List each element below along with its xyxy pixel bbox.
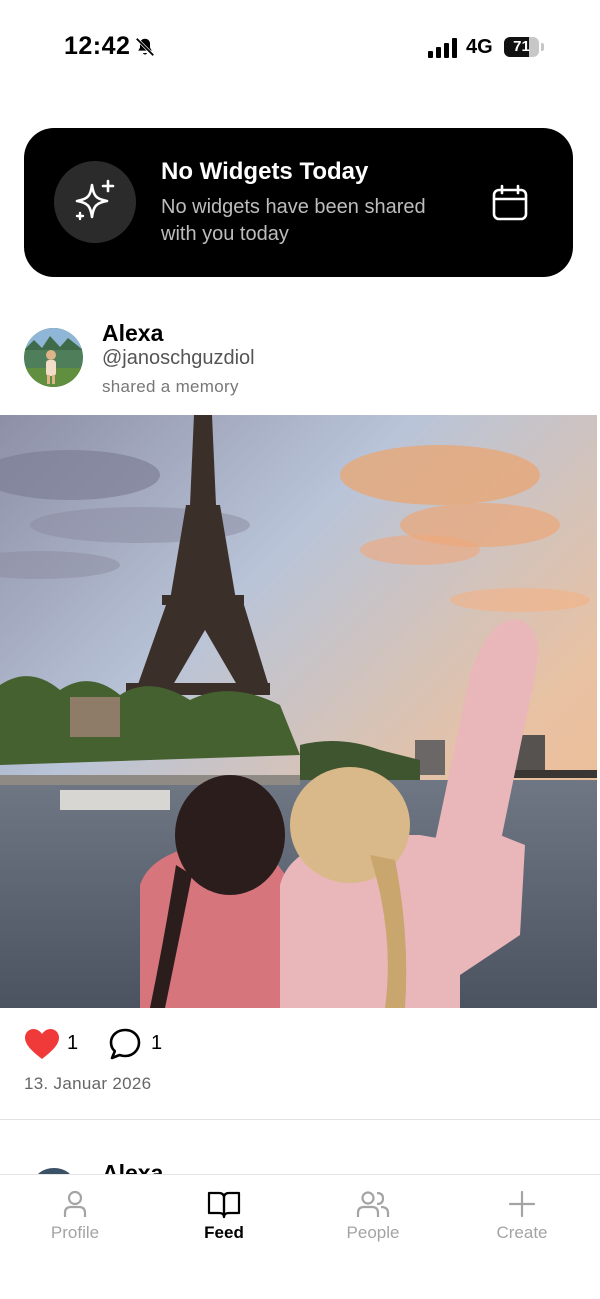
tab-people[interactable]: People — [318, 1187, 428, 1257]
people-icon — [356, 1191, 390, 1217]
person-icon — [63, 1190, 87, 1217]
book-icon — [207, 1191, 241, 1219]
widget-card-title: No Widgets Today — [161, 158, 369, 185]
tab-create[interactable]: Create — [467, 1187, 577, 1257]
status-time: 12:42 — [64, 32, 131, 60]
sparkles-icon — [54, 161, 136, 243]
signal-icon — [428, 38, 457, 58]
bell-muted-icon — [135, 37, 155, 57]
plus-icon — [508, 1190, 536, 1218]
widget-card-subtitle: No widgets have been shared with you tod… — [161, 196, 426, 245]
tab-bar: Profile Feed People Create — [0, 1174, 600, 1299]
no-widgets-card[interactable]: No Widgets Today No widgets have been sh… — [24, 128, 573, 277]
avatar[interactable] — [24, 328, 83, 387]
tab-feed[interactable]: Feed — [169, 1187, 279, 1257]
calendar-icon[interactable] — [490, 183, 530, 223]
battery-icon: 71 — [504, 37, 544, 59]
post-date: 13. Januar 2026 — [24, 1074, 152, 1093]
tab-profile[interactable]: Profile — [20, 1187, 130, 1257]
memory-photo[interactable] — [0, 415, 597, 1008]
post-user-handle[interactable]: @janoschguzdiol — [102, 347, 255, 370]
tab-label: People — [346, 1223, 400, 1242]
status-bar: 12:42 4G 71 — [0, 0, 600, 96]
post-divider — [0, 1119, 600, 1120]
comment-icon[interactable] — [108, 1027, 142, 1061]
post-user-name[interactable]: Alexa — [102, 320, 163, 347]
network-type: 4G — [466, 36, 493, 58]
battery-percent: 71 — [513, 38, 530, 55]
tab-label: Create — [496, 1223, 548, 1242]
comment-count: 1 — [151, 1032, 163, 1054]
heart-icon[interactable] — [24, 1028, 60, 1060]
post-action-text: shared a memory — [102, 377, 239, 396]
tab-label: Feed — [204, 1223, 244, 1242]
tab-label: Profile — [50, 1223, 100, 1242]
like-count: 1 — [67, 1032, 79, 1054]
